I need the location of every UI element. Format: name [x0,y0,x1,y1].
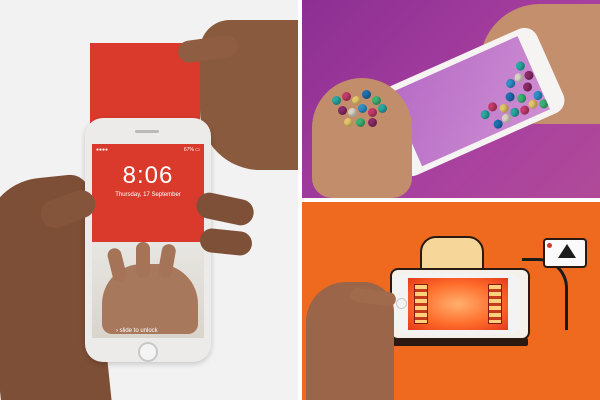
gumball [515,92,528,105]
gumball [368,108,377,117]
gumball [498,102,511,115]
slide-to-unlock[interactable]: › slide to unlock [116,328,158,334]
finger-through-screen [136,242,150,278]
phone-lock-screen: ●●●● 67% ▭ 8:06 Thursday, 17 September ›… [85,118,211,362]
gumball [344,118,353,127]
gumball [378,104,387,113]
lock-screen: ●●●● 67% ▭ 8:06 Thursday, 17 September ›… [92,144,204,338]
battery-indicator: 67% ▭ [183,147,200,153]
cupped-hand [312,78,412,198]
gumball [342,92,351,101]
gumball [338,106,347,115]
signal-indicator: ●●●● [96,147,109,153]
toaster-base [392,338,528,346]
status-bar: ●●●● 67% ▭ [96,146,200,154]
heating-coil [488,284,502,324]
home-button[interactable] [396,298,407,309]
socket-switch [547,243,552,248]
gumball [348,108,357,117]
gumball [356,118,365,127]
heating-coil [414,284,428,324]
gumball [523,69,535,82]
gumball [358,104,367,113]
lock-screen-time: 8:06 [122,162,174,189]
gumball [514,60,527,73]
charging-cable [522,258,568,330]
gumball [537,97,550,110]
left-photo-panel: ●●●● 67% ▭ 8:06 Thursday, 17 September ›… [0,0,298,400]
plug-icon [558,244,576,258]
phone-speaker [135,130,159,133]
gumball [368,118,377,127]
heating-screen [408,278,508,330]
gumball [362,90,371,99]
gumball [332,96,341,105]
lock-screen-date: Thursday, 17 September [115,192,181,198]
gumball [504,91,517,103]
phone-toaster-screen [394,274,520,334]
gumball [521,81,534,93]
home-button[interactable] [138,342,158,362]
